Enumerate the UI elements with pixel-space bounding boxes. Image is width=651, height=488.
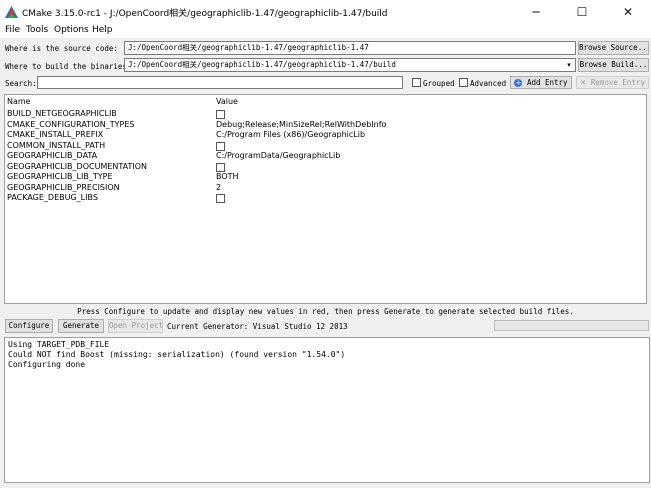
add-entry-button[interactable]: + Add Entry: [510, 76, 572, 89]
table-row-name[interactable]: GEOGRAPHICLIB_DATA: [7, 151, 97, 162]
table-row-name[interactable]: GEOGRAPHICLIB_PRECISION: [7, 183, 120, 194]
cmake-logo-icon: [5, 6, 18, 18]
table-row-name[interactable]: COMMON_INSTALL_PATH: [7, 141, 105, 152]
plus-icon: +: [514, 79, 523, 87]
search-input[interactable]: [37, 76, 403, 89]
remove-entry-label: Remove Entry: [590, 78, 645, 87]
table-row-value[interactable]: 2: [216, 183, 221, 194]
table-row-checkbox[interactable]: [216, 162, 225, 172]
search-label: Search:: [5, 79, 37, 88]
progress-bar: [494, 320, 649, 331]
column-header-value[interactable]: Value: [216, 96, 238, 108]
cache-table[interactable]: Name Value BUILD_NETGEOGRAPHICLIB CMAKE_…: [4, 94, 647, 304]
browse-source-button[interactable]: Browse Source...: [578, 41, 649, 55]
menu-tools[interactable]: Tools: [23, 24, 51, 38]
menu-options[interactable]: Options: [51, 24, 92, 38]
output-line: Configuring done: [8, 360, 86, 369]
maximize-button[interactable]: ☐: [559, 0, 605, 24]
grouped-label: Grouped: [423, 79, 455, 88]
menu-file[interactable]: File: [2, 24, 23, 38]
current-generator-label: Current Generator: Visual Studio 12 2013: [167, 322, 348, 331]
table-row-checkbox[interactable]: [216, 110, 225, 119]
table-row-name[interactable]: CMAKE_INSTALL_PREFIX: [7, 130, 103, 141]
table-row-checkbox[interactable]: [216, 141, 225, 151]
generate-button[interactable]: Generate: [58, 319, 104, 333]
configure-button[interactable]: Configure: [5, 319, 53, 333]
column-header-name[interactable]: Name: [7, 96, 31, 108]
remove-entry-button[interactable]: ✕ Remove Entry: [576, 76, 649, 89]
table-row-value[interactable]: Debug;Release;MinSizeRel;RelWithDebInfo: [216, 120, 386, 131]
advanced-checkbox[interactable]: [459, 78, 468, 87]
browse-build-button[interactable]: Browse Build...: [578, 58, 649, 72]
remove-icon: ✕: [580, 78, 587, 87]
binaries-path-value: J:/OpenCoord相关/geographiclib-1.47/geogra…: [128, 60, 396, 69]
chevron-down-icon[interactable]: ▾: [563, 59, 575, 71]
grouped-checkbox[interactable]: [412, 78, 421, 87]
source-path-input[interactable]: J:/OpenCoord相关/geographiclib-1.47/geogra…: [124, 41, 576, 55]
output-line: Could NOT find Boost (missing: serializa…: [8, 350, 346, 359]
table-row-value[interactable]: BOTH: [216, 172, 239, 183]
table-row-value[interactable]: C:/Program Files (x86)/GeographicLib: [216, 130, 365, 141]
binaries-label: Where to build the binaries:: [5, 62, 132, 71]
minimize-button[interactable]: ─: [513, 0, 559, 24]
table-row-value[interactable]: C:/ProgramData/GeographicLib: [216, 151, 340, 162]
table-row-checkbox[interactable]: [216, 194, 225, 203]
open-project-button[interactable]: Open Project: [108, 319, 163, 333]
title-bar: CMake 3.15.0-rc1 - J:/OpenCoord相关/geogra…: [0, 0, 651, 24]
menu-bar: File Tools Options Help: [0, 24, 651, 38]
table-row-name[interactable]: BUILD_NETGEOGRAPHICLIB: [7, 109, 117, 120]
table-row-name[interactable]: GEOGRAPHICLIB_LIB_TYPE: [7, 172, 113, 183]
source-label: Where is the source code:: [5, 44, 118, 53]
table-row-name[interactable]: CMAKE_CONFIGURATION_TYPES: [7, 120, 135, 131]
binaries-path-combobox[interactable]: J:/OpenCoord相关/geographiclib-1.47/geogra…: [124, 58, 576, 72]
window-title: CMake 3.15.0-rc1 - J:/OpenCoord相关/geogra…: [22, 9, 388, 19]
status-message: Press Configure to update and display ne…: [77, 307, 574, 316]
output-line: Using TARGET_PDB_FILE: [8, 340, 110, 349]
table-row-name[interactable]: GEOGRAPHICLIB_DOCUMENTATION: [7, 162, 147, 173]
add-entry-label: Add Entry: [526, 78, 568, 87]
advanced-label: Advanced: [470, 79, 507, 88]
menu-help[interactable]: Help: [89, 24, 116, 38]
output-log[interactable]: Using TARGET_PDB_FILE Could NOT find Boo…: [4, 337, 650, 483]
table-row-name[interactable]: PACKAGE_DEBUG_LIBS: [7, 193, 98, 204]
close-button[interactable]: ✕: [605, 0, 651, 24]
